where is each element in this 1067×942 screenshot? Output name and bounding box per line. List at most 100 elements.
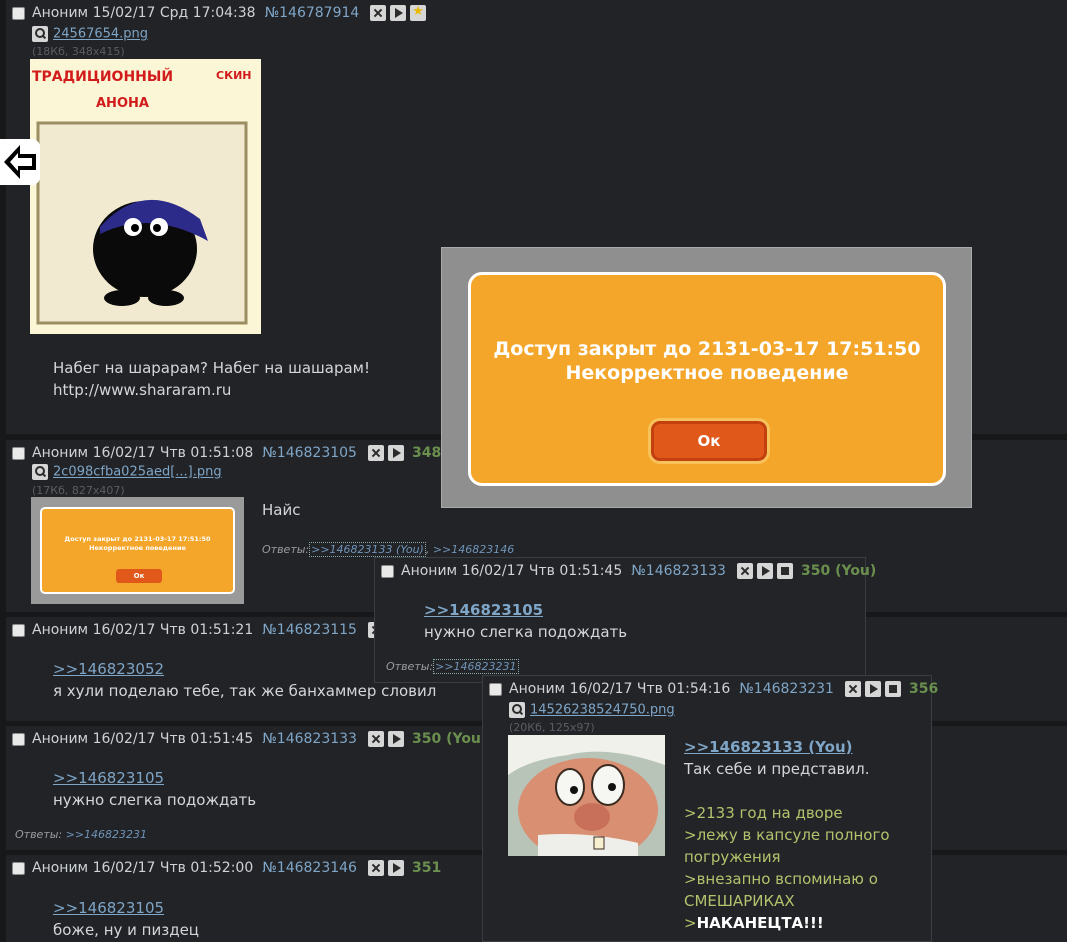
post-image[interactable] (508, 735, 665, 856)
select-checkbox[interactable] (12, 623, 25, 637)
thumb-dialog-text: Доступ закрыт до 2131-03-17 17:51:50 Нек… (42, 535, 233, 553)
post-number[interactable]: №146823146 (262, 860, 357, 876)
expand-icon[interactable] (864, 681, 881, 697)
greentext: >лежу в капсуле полного (684, 826, 890, 844)
reply-link[interactable]: >>146823231 (66, 828, 147, 841)
hide-icon[interactable] (370, 5, 387, 21)
post-text: Набег на шарарам? Набег на шашарам! (53, 359, 370, 377)
post-image[interactable]: ТРАДИЦИОННЫЙ СКИН АНОНА (30, 59, 261, 334)
reply-reference[interactable]: >>146823133 (You) (684, 736, 890, 758)
post-link[interactable]: http://www.shararam.ru (53, 379, 370, 401)
cartoon-face-image (508, 735, 665, 856)
file-size: (20Кб, 125x97) (509, 721, 595, 734)
post-number[interactable]: №146823105 (262, 445, 357, 461)
file-size: (18Кб, 348x415) (32, 45, 125, 58)
image-caption: СКИН (216, 69, 251, 82)
post-header: Аноним 16/02/17 Чтв 01:54:16 №146823231 … (489, 680, 938, 698)
arrow-left-icon (4, 145, 36, 179)
post-number[interactable]: №146823133 (631, 563, 726, 579)
file-link[interactable]: 14526238524750.png (530, 703, 675, 718)
back-arrow-button[interactable] (0, 139, 40, 185)
post-body: >>146823105 боже, ну и пиздец (53, 897, 199, 941)
hide-icon[interactable] (367, 445, 384, 461)
thumb-line: Некорректное поведение (89, 544, 186, 552)
reply-link[interactable]: >>146823146 (433, 543, 514, 556)
select-checkbox[interactable] (381, 564, 394, 578)
post-body: >>146823105 нужно слегка подождать (53, 767, 256, 811)
post-text: боже, ну и пиздец (53, 921, 200, 939)
replies: Ответы: >>146823231 (15, 828, 147, 841)
ok-button[interactable]: Ок (651, 421, 767, 461)
select-checkbox[interactable] (12, 732, 25, 746)
hide-icon[interactable] (736, 563, 753, 579)
post-image[interactable]: Доступ закрыт до 2131-03-17 17:51:50 Нек… (31, 497, 244, 604)
post-count: 350 (You) (411, 731, 488, 747)
post-date: 16/02/17 Чтв 01:52:00 (92, 860, 254, 876)
post-count: 348 (411, 445, 442, 461)
post-text: нужно слегка подождать (424, 623, 628, 641)
image-caption: ТРАДИЦИОННЫЙ (32, 68, 173, 85)
hide-icon[interactable] (367, 731, 384, 747)
thumb-ok: Ок (116, 569, 162, 583)
replies-label: Ответы: (262, 543, 310, 556)
author: Аноним (32, 622, 89, 638)
image-caption: АНОНА (96, 96, 149, 111)
author: Аноним (509, 681, 566, 697)
select-checkbox[interactable] (12, 861, 25, 875)
magnifier-icon[interactable] (509, 702, 525, 718)
author: Аноним (32, 860, 89, 876)
reply-reference[interactable]: >>146823105 (53, 897, 199, 919)
expand-icon[interactable] (756, 563, 773, 579)
file-info: 24567654.png (32, 26, 148, 42)
preview-146823231: Аноним 16/02/17 Чтв 01:54:16 №146823231 … (482, 675, 938, 942)
file-link[interactable]: 2c098cfba025aed[...].png (53, 465, 222, 480)
post-number[interactable]: №146823115 (262, 622, 357, 638)
select-checkbox[interactable] (12, 6, 25, 20)
magnifier-icon[interactable] (32, 464, 48, 480)
replies: Ответы: >>146823231 (386, 659, 519, 674)
post-header: Аноним 16/02/17 Чтв 01:51:08 №146823105 … (12, 444, 441, 462)
expand-icon[interactable] (387, 445, 404, 461)
expand-icon[interactable] (390, 5, 407, 21)
reply-reference[interactable]: >>146823105 (424, 599, 627, 621)
reply-link[interactable]: >>146823133 (You) (309, 542, 426, 557)
post-date: 16/02/17 Чтв 01:51:08 (92, 445, 254, 461)
post-header: Аноним 16/02/17 Чтв 01:51:21 №146823115 (12, 621, 384, 639)
post-number[interactable]: №146787914 (265, 5, 360, 21)
preview-146823133: Аноним 16/02/17 Чтв 01:51:45 №146823133 … (374, 557, 876, 683)
post-header: Аноним 16/02/17 Чтв 01:51:45 №146823133 … (381, 562, 876, 580)
post-number[interactable]: №146823133 (262, 731, 357, 747)
dialog-line: Доступ закрыт до 2131-03-17 17:51:50 (493, 338, 921, 360)
stop-icon[interactable] (884, 681, 901, 697)
dialog-message: Доступ закрыт до 2131-03-17 17:51:50 Нек… (471, 337, 943, 385)
greentext: >НАКАНЕЦТА!!! (684, 912, 890, 934)
replies-label: Ответы: (15, 828, 63, 841)
select-checkbox[interactable] (489, 682, 502, 696)
post-date: 16/02/17 Чтв 01:51:45 (461, 563, 623, 579)
thumb-dialog: Доступ закрыт до 2131-03-17 17:51:50 Нек… (40, 507, 235, 594)
stop-icon[interactable] (776, 563, 793, 579)
post-body: >>146823133 (You) Так себе и представил.… (684, 736, 890, 934)
post-body: >>146823105 нужно слегка подождать (424, 599, 627, 643)
hide-icon[interactable] (367, 860, 384, 876)
magnifier-icon[interactable] (32, 26, 48, 42)
reply-reference[interactable]: >>146823105 (53, 767, 256, 789)
greentext: >внезапно вспоминаю о (684, 870, 878, 888)
replies: Ответы: >>146823133 (You), >>146823146 (262, 542, 515, 557)
author: Аноним (32, 5, 89, 21)
post-count: 351 (411, 860, 442, 876)
expanded-image[interactable]: Доступ закрыт до 2131-03-17 17:51:50 Нек… (441, 247, 972, 508)
post-header: Аноним 16/02/17 Чтв 01:51:45 №146823133 … (12, 730, 487, 748)
hide-icon[interactable] (844, 681, 861, 697)
file-link[interactable]: 24567654.png (53, 27, 148, 42)
post-date: 16/02/17 Чтв 01:51:21 (92, 622, 254, 638)
replies-label: Ответы: (386, 660, 434, 673)
select-checkbox[interactable] (12, 446, 25, 460)
post-text: я хули поделаю тебе, так же банхаммер сл… (53, 682, 437, 700)
expand-icon[interactable] (387, 731, 404, 747)
expand-icon[interactable] (387, 860, 404, 876)
reply-link[interactable]: >>146823231 (433, 659, 519, 674)
favorite-icon[interactable] (410, 4, 427, 21)
access-denied-dialog: Доступ закрыт до 2131-03-17 17:51:50 Нек… (468, 272, 946, 486)
post-number[interactable]: №146823231 (739, 681, 834, 697)
